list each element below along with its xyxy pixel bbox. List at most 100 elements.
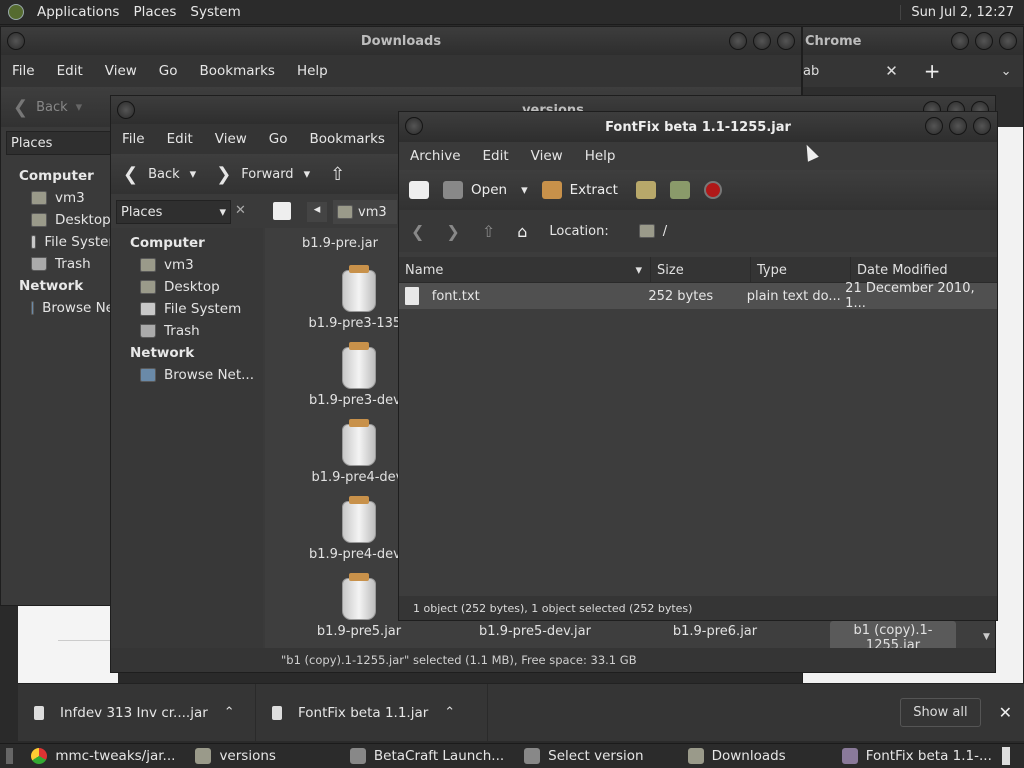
task-fontfix-archive[interactable]: FontFix beta 1.1-...	[832, 748, 1002, 764]
task-versions[interactable]: versions	[185, 748, 285, 764]
sidebar-item-browse-network[interactable]: Browse Net...	[130, 364, 263, 386]
maximize-icon[interactable]	[949, 117, 967, 135]
column-header-size[interactable]: Size	[651, 257, 751, 283]
maximize-icon[interactable]	[753, 32, 771, 50]
task-chrome[interactable]: mmc-tweaks/jar...	[21, 748, 185, 764]
sidebar-item-desktop[interactable]: Desktop	[130, 276, 263, 298]
archive-titlebar[interactable]: FontFix beta 1.1-1255.jar	[399, 112, 997, 142]
workspace-switcher-icon[interactable]	[1001, 747, 1010, 765]
minimize-icon[interactable]	[729, 32, 747, 50]
show-desktop-icon[interactable]	[6, 748, 14, 764]
menu-view[interactable]: View	[94, 63, 148, 79]
back-arrow-icon[interactable]: ❮	[411, 222, 424, 241]
close-icon[interactable]	[999, 32, 1017, 50]
back-arrow-icon[interactable]: ❮	[123, 164, 138, 185]
close-icon[interactable]	[973, 117, 991, 135]
new-tab-icon[interactable]: +	[924, 59, 941, 83]
menu-file[interactable]: File	[1, 63, 46, 79]
back-history-chevron-icon[interactable]: ▾	[190, 167, 197, 182]
places-dropdown[interactable]: Places ▾	[116, 200, 231, 224]
back-arrow-icon[interactable]: ❮	[13, 97, 28, 118]
open-button[interactable]: Open	[443, 181, 507, 199]
path-segment-vm3[interactable]: vm3	[333, 200, 397, 224]
chevron-down-icon[interactable]: ▾	[76, 100, 83, 115]
minimize-icon[interactable]	[951, 32, 969, 50]
menu-go[interactable]: Go	[258, 131, 299, 147]
tab-list-chevron-icon[interactable]: ⌄	[1001, 64, 1012, 79]
chevron-up-icon[interactable]: ⌃	[224, 705, 235, 720]
sidebar-item-vm3[interactable]: vm3	[130, 254, 263, 276]
window-menu-icon[interactable]	[7, 32, 25, 50]
menu-view[interactable]: View	[520, 148, 574, 164]
maximize-icon[interactable]	[975, 32, 993, 50]
menu-edit[interactable]: Edit	[156, 131, 204, 147]
close-icon[interactable]	[777, 32, 795, 50]
task-select-version[interactable]: Select version	[514, 748, 653, 764]
close-sidebar-icon[interactable]: ✕	[235, 203, 246, 218]
forward-arrow-icon[interactable]: ❯	[446, 222, 459, 241]
back-button[interactable]: Back	[36, 100, 68, 115]
menu-bookmarks[interactable]: Bookmarks	[299, 131, 396, 147]
file-item[interactable]: b1.9-pre6.jar	[650, 624, 780, 639]
forward-arrow-icon[interactable]: ❯	[216, 164, 231, 185]
forward-history-chevron-icon[interactable]: ▾	[304, 167, 311, 182]
show-all-button[interactable]: Show all	[900, 698, 981, 727]
chrome-titlebar[interactable]: Chrome	[803, 27, 1023, 55]
task-betacraft[interactable]: BetaCraft Launch...	[340, 748, 514, 764]
column-header-date[interactable]: Date Modified	[851, 257, 997, 283]
up-arrow-icon[interactable]: ⇧	[330, 164, 345, 185]
window-menu-icon[interactable]	[405, 117, 423, 135]
file-item[interactable]: b1.9-pre5-dev.jar	[470, 624, 600, 639]
applications-menu[interactable]: Applications	[30, 4, 126, 20]
table-row[interactable]: font.txt 252 bytes plain text do... 21 D…	[399, 281, 997, 311]
distro-logo-icon[interactable]	[8, 4, 24, 20]
column-header-type[interactable]: Type	[751, 257, 851, 283]
task-downloads[interactable]: Downloads	[678, 748, 796, 764]
file-item[interactable]: b1.9-pre.jar	[275, 236, 405, 251]
menu-go[interactable]: Go	[148, 63, 189, 79]
back-button[interactable]: Back	[148, 167, 180, 182]
minimize-icon[interactable]	[925, 117, 943, 135]
forward-button[interactable]: Forward	[241, 167, 293, 182]
menu-help[interactable]: Help	[574, 148, 627, 164]
places-menu[interactable]: Places	[126, 4, 183, 20]
sidebar-item-filesystem[interactable]: File Syster	[19, 231, 114, 253]
window-menu-icon[interactable]	[117, 101, 135, 119]
scroll-down-icon[interactable]: ▼	[983, 632, 990, 642]
edit-location-icon[interactable]	[273, 202, 291, 220]
clock[interactable]: Sun Jul 2, 12:27	[900, 4, 1024, 20]
chrome-tab-title[interactable]: ab	[803, 64, 819, 79]
home-icon[interactable]: ⌂	[517, 222, 527, 241]
system-menu[interactable]: System	[183, 4, 247, 20]
menu-view[interactable]: View	[204, 131, 258, 147]
menu-bookmarks[interactable]: Bookmarks	[189, 63, 286, 79]
download-item[interactable]: Infdev 313 Inv cr....jar ⌃	[18, 683, 256, 742]
menu-edit[interactable]: Edit	[472, 148, 520, 164]
stop-icon[interactable]	[703, 181, 722, 199]
path-left-arrow-icon[interactable]: ◂	[307, 202, 327, 222]
location-field[interactable]: /	[638, 224, 667, 239]
sidebar-item-vm3[interactable]: vm3	[19, 187, 114, 209]
tab-close-icon[interactable]: ✕	[885, 62, 898, 80]
sidebar-item-desktop[interactable]: Desktop	[19, 209, 114, 231]
new-archive-icon[interactable]	[409, 181, 429, 199]
places-dropdown[interactable]: Places	[6, 131, 112, 155]
menu-file[interactable]: File	[111, 131, 156, 147]
downloads-titlebar[interactable]: Downloads	[1, 27, 801, 55]
sidebar-item-trash[interactable]: Trash	[19, 253, 114, 275]
add-folder-icon[interactable]	[669, 181, 690, 199]
close-icon[interactable]: ✕	[999, 703, 1012, 722]
sidebar-item-browse-network[interactable]: Browse Ne	[19, 297, 114, 319]
sidebar-item-trash[interactable]: Trash	[130, 320, 263, 342]
add-files-icon[interactable]	[635, 181, 656, 199]
menu-help[interactable]: Help	[286, 63, 339, 79]
open-dropdown-chevron-icon[interactable]: ▾	[521, 183, 528, 198]
extract-button[interactable]: Extract	[541, 181, 618, 199]
column-header-name[interactable]: Name ▾	[399, 257, 651, 283]
menu-edit[interactable]: Edit	[46, 63, 94, 79]
up-arrow-icon[interactable]: ⇧	[482, 222, 495, 241]
chevron-up-icon[interactable]: ⌃	[444, 705, 455, 720]
menu-archive[interactable]: Archive	[399, 148, 472, 164]
download-item[interactable]: FontFix beta 1.1.jar ⌃	[256, 683, 488, 742]
sidebar-item-filesystem[interactable]: File System	[130, 298, 263, 320]
